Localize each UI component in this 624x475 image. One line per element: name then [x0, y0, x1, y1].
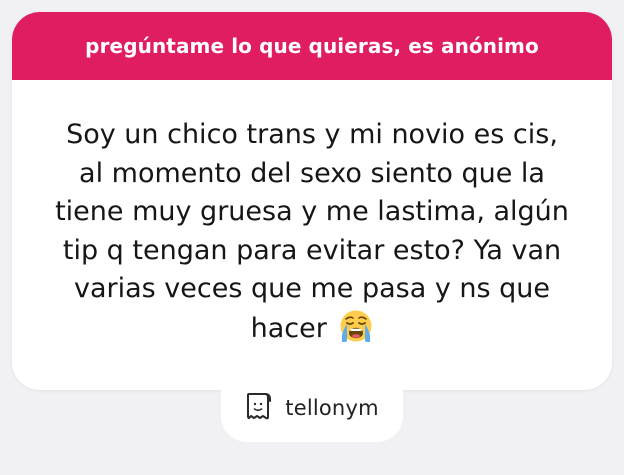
crying-face-emoji-icon — [339, 309, 373, 343]
question-card: pregúntame lo que quieras, es anónimo So… — [12, 12, 612, 390]
question-body: Soy un chico trans y mi novio es cis, al… — [52, 116, 572, 348]
brand-name: tellonym — [285, 396, 379, 420]
tellonym-branding: tellonym — [221, 374, 403, 442]
question-text: Soy un chico trans y mi novio es cis, al… — [55, 119, 569, 344]
tellonym-logo-icon — [245, 391, 273, 426]
card-header: pregúntame lo que quieras, es anónimo — [12, 12, 612, 80]
header-text: pregúntame lo que quieras, es anónimo — [85, 34, 539, 58]
